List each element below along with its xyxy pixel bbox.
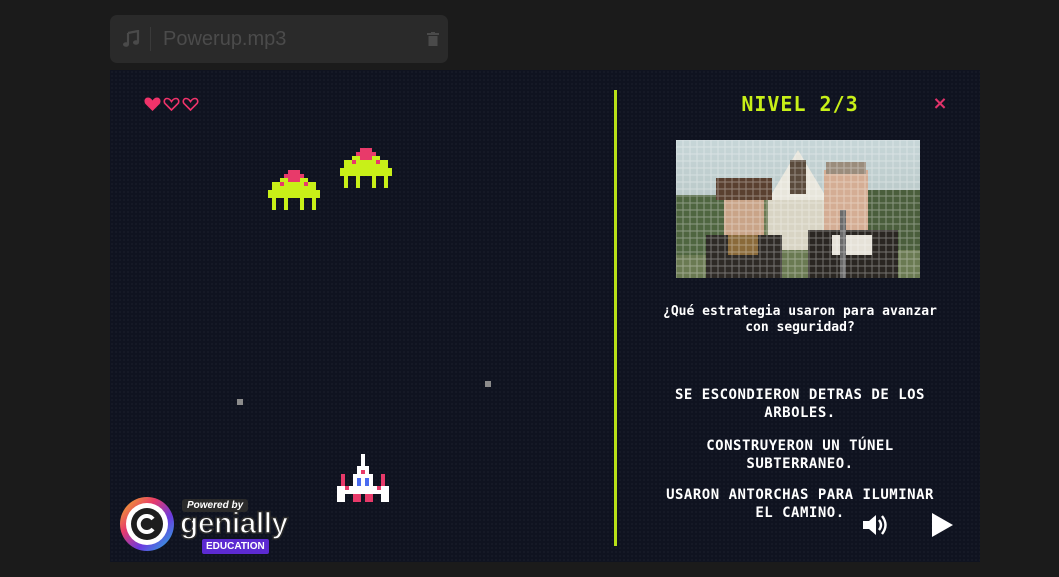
pixel-painting-image [676, 140, 920, 278]
game-stage: NIVEL 2/3 × ¿Qué estrategia usaron para … [110, 70, 980, 562]
education-badge: EDUCATION [202, 539, 269, 554]
genially-ring-icon [120, 497, 174, 551]
alien-enemy [340, 148, 392, 188]
speaker-icon[interactable] [860, 510, 890, 540]
heart-filled-icon [144, 97, 161, 111]
page-background: Powerup.mp3 NIVEL 2/3 × ¿Qué estrategia … [0, 0, 1059, 577]
brand-name: genially [179, 506, 289, 541]
star-dot [485, 381, 491, 387]
player-ship [337, 454, 389, 502]
level-title: NIVEL 2/3 [741, 92, 859, 116]
play-icon[interactable] [928, 510, 956, 540]
heart-empty-icon [163, 97, 180, 112]
alien-enemy [268, 170, 320, 210]
audio-filename: Powerup.mp3 [163, 27, 287, 50]
answer-option-2[interactable]: CONSTRUYERON UN TÚNEL SUBTERRANEO. [658, 437, 942, 473]
close-icon[interactable]: × [930, 94, 950, 114]
heart-empty-icon [182, 97, 199, 112]
star-dot [237, 399, 243, 405]
music-note-icon [120, 28, 142, 50]
answer-option-3[interactable]: USARON ANTORCHAS PARA ILUMINAR EL CAMINO… [658, 486, 942, 522]
lives-indicator [144, 96, 199, 112]
panel-divider [614, 90, 617, 546]
audio-separator [150, 27, 151, 51]
audio-file-bar[interactable]: Powerup.mp3 [110, 15, 448, 63]
trash-icon[interactable] [418, 32, 448, 46]
question-text: ¿Qué estrategia usaron para avanzar con … [663, 304, 937, 335]
answer-option-1[interactable]: SE ESCONDIERON DETRAS DE LOS ARBOLES. [658, 386, 942, 422]
genially-logo[interactable]: Powered by genially EDUCATION [118, 491, 308, 557]
